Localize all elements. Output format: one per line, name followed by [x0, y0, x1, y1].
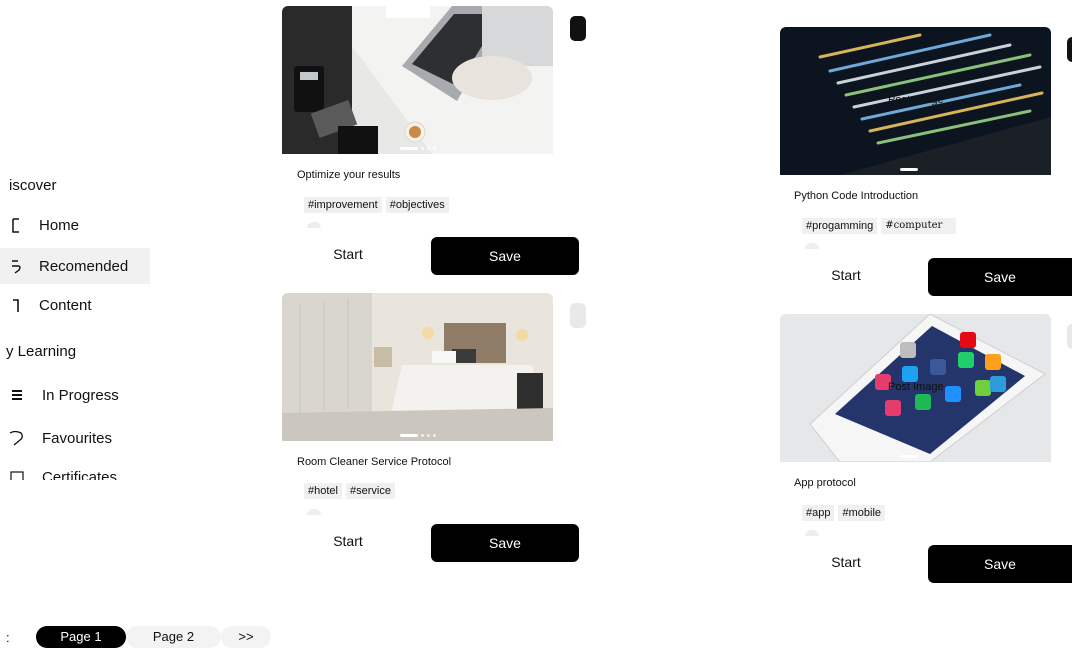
tag[interactable]: #service [345, 483, 395, 499]
laptop-desk-photo [282, 6, 553, 154]
card-title: App protocol [794, 477, 856, 489]
sidebar-item-label: Home [39, 216, 80, 234]
tag[interactable]: #computer [881, 218, 957, 234]
avatar [307, 222, 321, 228]
side-tab[interactable] [570, 303, 586, 328]
card-image-code[interactable]: Post Image [780, 27, 1051, 175]
save-button[interactable]: Save [928, 545, 1072, 583]
save-button[interactable]: Save [431, 237, 579, 275]
sidebar-item-recomended[interactable]: Recomended [0, 248, 150, 284]
tag[interactable]: #progamming [802, 218, 878, 234]
learning-heading: y Learning [6, 343, 77, 360]
sidebar-item-label: Content [39, 296, 92, 314]
tag[interactable]: #mobile [838, 505, 886, 521]
thumbs-up-icon [9, 257, 25, 275]
side-tab[interactable] [1067, 37, 1072, 62]
sidebar-item-in-progress[interactable]: In Progress [0, 377, 150, 413]
card-image-phone[interactable]: Post Image [780, 314, 1051, 462]
side-tab[interactable] [1067, 324, 1072, 349]
carousel-indicator[interactable] [400, 434, 436, 437]
start-button[interactable]: Start [816, 267, 876, 283]
list-icon [9, 386, 25, 404]
bedroom-photo [282, 293, 553, 441]
avatar [307, 509, 321, 515]
save-button[interactable]: Save [928, 258, 1072, 296]
start-button[interactable]: Start [318, 246, 378, 262]
document-icon [9, 296, 25, 314]
save-button[interactable]: Save [431, 524, 579, 562]
tag[interactable]: #objectives [385, 197, 449, 213]
tag-list: #progamming #computer [802, 218, 957, 234]
sidebar-item-label: Favourites [42, 429, 113, 447]
sidebar-item-certificates[interactable]: Certificates [0, 470, 150, 480]
avatar [805, 243, 819, 249]
card-title: Room Cleaner Service Protocol [297, 456, 452, 468]
side-tab[interactable] [570, 16, 586, 41]
sidebar-item-home[interactable]: Home [0, 207, 150, 243]
card-title: Python Code Introduction [794, 190, 919, 202]
sidebar-item-content[interactable]: Content [0, 287, 150, 323]
home-icon [9, 216, 25, 234]
discover-heading: iscover [9, 177, 57, 194]
tag[interactable]: #app [802, 505, 835, 521]
sidebar-item-favourites[interactable]: Favourites [0, 420, 150, 456]
tag-list: #improvement #objectives [304, 197, 449, 213]
sidebar-item-label: Recomended [39, 257, 129, 275]
tag[interactable]: #improvement [304, 197, 382, 213]
image-label: Post Image [888, 381, 944, 393]
prev-page-button[interactable]: : [6, 630, 36, 645]
sidebar-item-label: Certificates [42, 470, 118, 480]
certificate-icon [9, 470, 25, 480]
tag-list: #hotel #service [304, 483, 395, 499]
carousel-indicator[interactable] [400, 147, 436, 150]
card-image-laptop[interactable] [282, 6, 553, 154]
card-title: Optimize your results [297, 169, 401, 181]
start-button[interactable]: Start [816, 554, 876, 570]
avatar [805, 530, 819, 536]
heart-icon [9, 429, 25, 447]
image-label: Post Image [888, 94, 944, 106]
tag-list: #app #mobile [802, 505, 886, 521]
card-image-bedroom[interactable] [282, 293, 553, 441]
sidebar-item-label: In Progress [42, 386, 119, 404]
tag[interactable]: #hotel [304, 483, 342, 499]
start-button[interactable]: Start [318, 533, 378, 549]
